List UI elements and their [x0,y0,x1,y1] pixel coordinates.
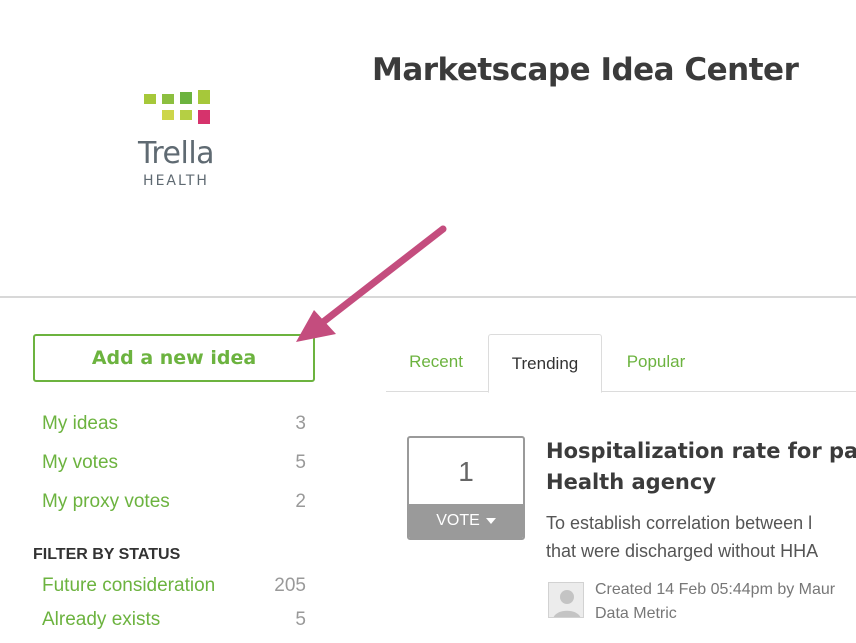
annotation-arrow-icon [296,225,447,342]
